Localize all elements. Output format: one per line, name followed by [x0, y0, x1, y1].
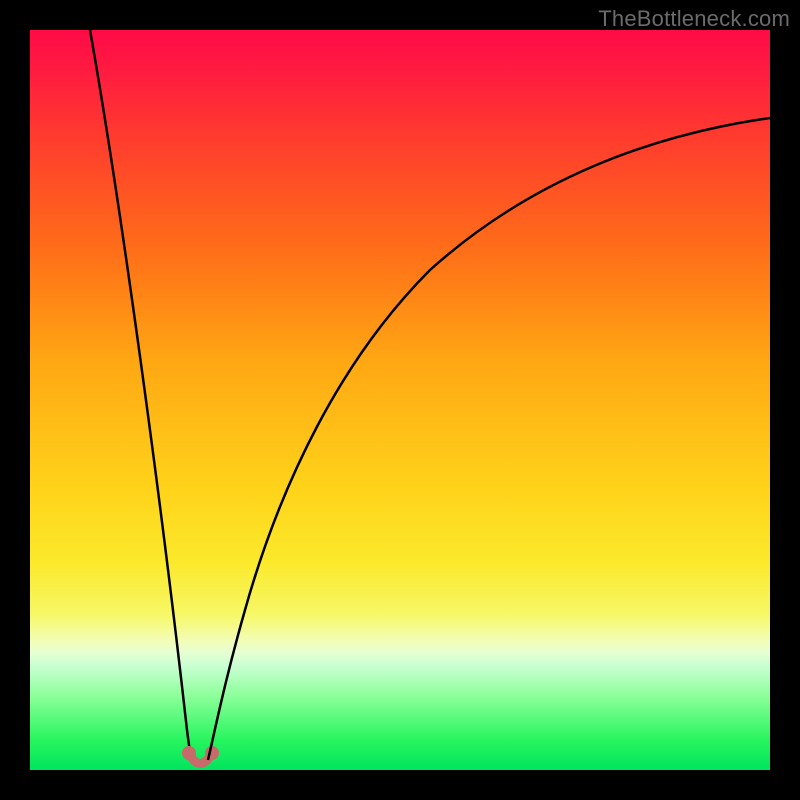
plot-area: [30, 30, 770, 770]
curve-right-branch: [208, 118, 770, 760]
chart-frame: TheBottleneck.com: [0, 0, 800, 800]
marker-left: [182, 746, 196, 760]
marker-right: [205, 746, 219, 760]
watermark-text: TheBottleneck.com: [598, 6, 790, 32]
bottleneck-curve: [30, 30, 770, 770]
curve-left-branch: [90, 30, 193, 760]
